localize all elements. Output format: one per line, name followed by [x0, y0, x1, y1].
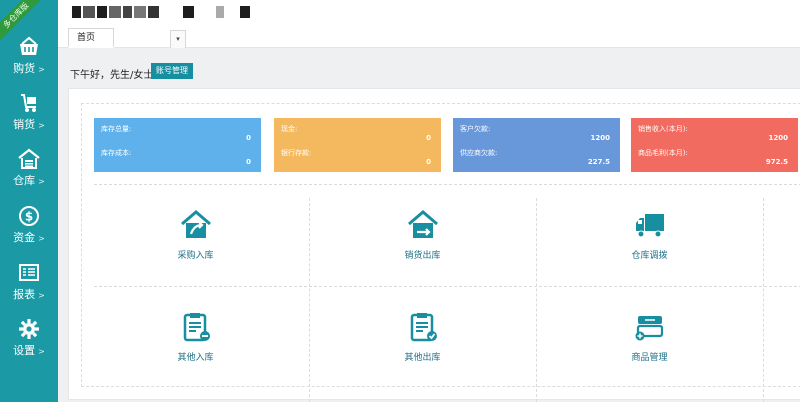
tile-label: 销货出库	[404, 251, 441, 261]
tile-label: 其他入库	[177, 353, 214, 363]
tile-label: 其他出库	[404, 353, 441, 363]
account-management-button[interactable]: 账号管理	[151, 63, 193, 79]
stat-value: 227.5	[587, 158, 610, 166]
stat-card-inventory[interactable]: 库存总量: 0 库存成本: 0	[94, 118, 261, 172]
stat-card-cash[interactable]: 现金: 0 银行存款: 0	[274, 118, 441, 172]
tab-home[interactable]: 首页	[68, 28, 115, 48]
gear-icon	[19, 319, 39, 339]
cart-icon	[21, 94, 36, 112]
greeting-text: 下午好，先生/女士	[70, 70, 154, 81]
sidebar-item-label: 报表	[13, 288, 36, 301]
sidebar-item-sales[interactable]: 销货 >	[0, 92, 58, 148]
stat-label: 客户欠款:	[460, 125, 491, 133]
truck-icon	[635, 214, 664, 238]
stat-label: 银行存款:	[281, 149, 312, 157]
edition-ribbon-text: 多仓库版	[0, 0, 40, 40]
sidebar-item-label: 仓库	[13, 174, 36, 187]
sidebar-item-purchase[interactable]: 购货 >	[0, 36, 58, 92]
stat-label: 库存成本:	[101, 149, 132, 157]
dollar-icon: $	[19, 206, 39, 226]
tile-purchase-in[interactable]: 采购入库	[82, 184, 309, 286]
stat-label: 销售收入(本月):	[638, 125, 688, 133]
top-bar: 首页 ▾	[58, 0, 800, 48]
clipboard-out-icon	[410, 313, 437, 342]
tile-label: 采购入库	[177, 251, 214, 261]
svg-text:$: $	[25, 210, 33, 224]
tile-other-out[interactable]: 其他出库	[309, 286, 536, 388]
sidebar-item-reports[interactable]: 报表 >	[0, 262, 58, 318]
dashboard-grid: 库存总量: 0 库存成本: 0 现金: 0 银行存款: 0 客户欠款: 1200…	[81, 103, 800, 402]
stat-value: 0	[246, 134, 251, 142]
stat-label: 现金:	[281, 125, 298, 133]
stat-value: 0	[246, 158, 251, 166]
warehouse-icon	[18, 148, 40, 169]
basket-icon	[20, 36, 38, 55]
edition-ribbon: 多仓库版	[0, 0, 40, 40]
stat-label: 库存总量:	[101, 125, 132, 133]
sidebar-item-label: 资金	[13, 231, 36, 244]
sidebar-item-settings[interactable]: 设置 >	[0, 318, 58, 374]
sidebar-item-label: 购货	[13, 62, 36, 75]
tab-dropdown-button[interactable]: ▾	[170, 30, 186, 48]
dashboard-panel: 库存总量: 0 库存成本: 0 现金: 0 银行存款: 0 客户欠款: 1200…	[68, 88, 800, 402]
report-icon	[19, 264, 39, 281]
stat-value: 1200	[768, 134, 788, 142]
stat-value: 1200	[590, 134, 610, 142]
sales-out-icon	[407, 210, 438, 238]
purchase-in-icon	[180, 210, 211, 238]
tile-label: 商品管理	[631, 353, 668, 363]
sidebar-item-label: 设置	[13, 344, 36, 357]
stat-label: 供应商欠款:	[460, 149, 498, 157]
sidebar-item-label: 销货	[13, 118, 36, 131]
tile-other-in[interactable]: 其他入库	[82, 286, 309, 388]
tile-goods-management[interactable]: 商品管理	[536, 286, 763, 388]
tile-label: 仓库调拨	[631, 251, 668, 261]
redacted-title	[72, 6, 250, 18]
clipboard-in-icon	[183, 313, 210, 342]
stat-label: 商品毛利(本月):	[638, 149, 688, 157]
sidebar-item-funds[interactable]: $ 资金 >	[0, 205, 58, 261]
stat-value: 0	[426, 158, 431, 166]
stat-value: 972.5	[765, 158, 788, 166]
goods-icon	[635, 316, 663, 341]
stat-card-debts[interactable]: 客户欠款: 1200 供应商欠款: 227.5	[453, 118, 620, 172]
sidebar-item-warehouse[interactable]: 仓库 >	[0, 148, 58, 204]
stat-card-sales[interactable]: 销售收入(本月): 1200 商品毛利(本月): 972.5	[631, 118, 798, 172]
tile-warehouse-transfer[interactable]: 仓库调拨	[536, 184, 763, 286]
tile-sales-out[interactable]: 销货出库	[309, 184, 536, 286]
stat-value: 0	[426, 134, 431, 142]
sidebar: 多仓库版 购货 > 销货 > 仓库 > $ 资金 > 报表 > 设置 >	[0, 0, 58, 402]
divider	[763, 198, 764, 402]
